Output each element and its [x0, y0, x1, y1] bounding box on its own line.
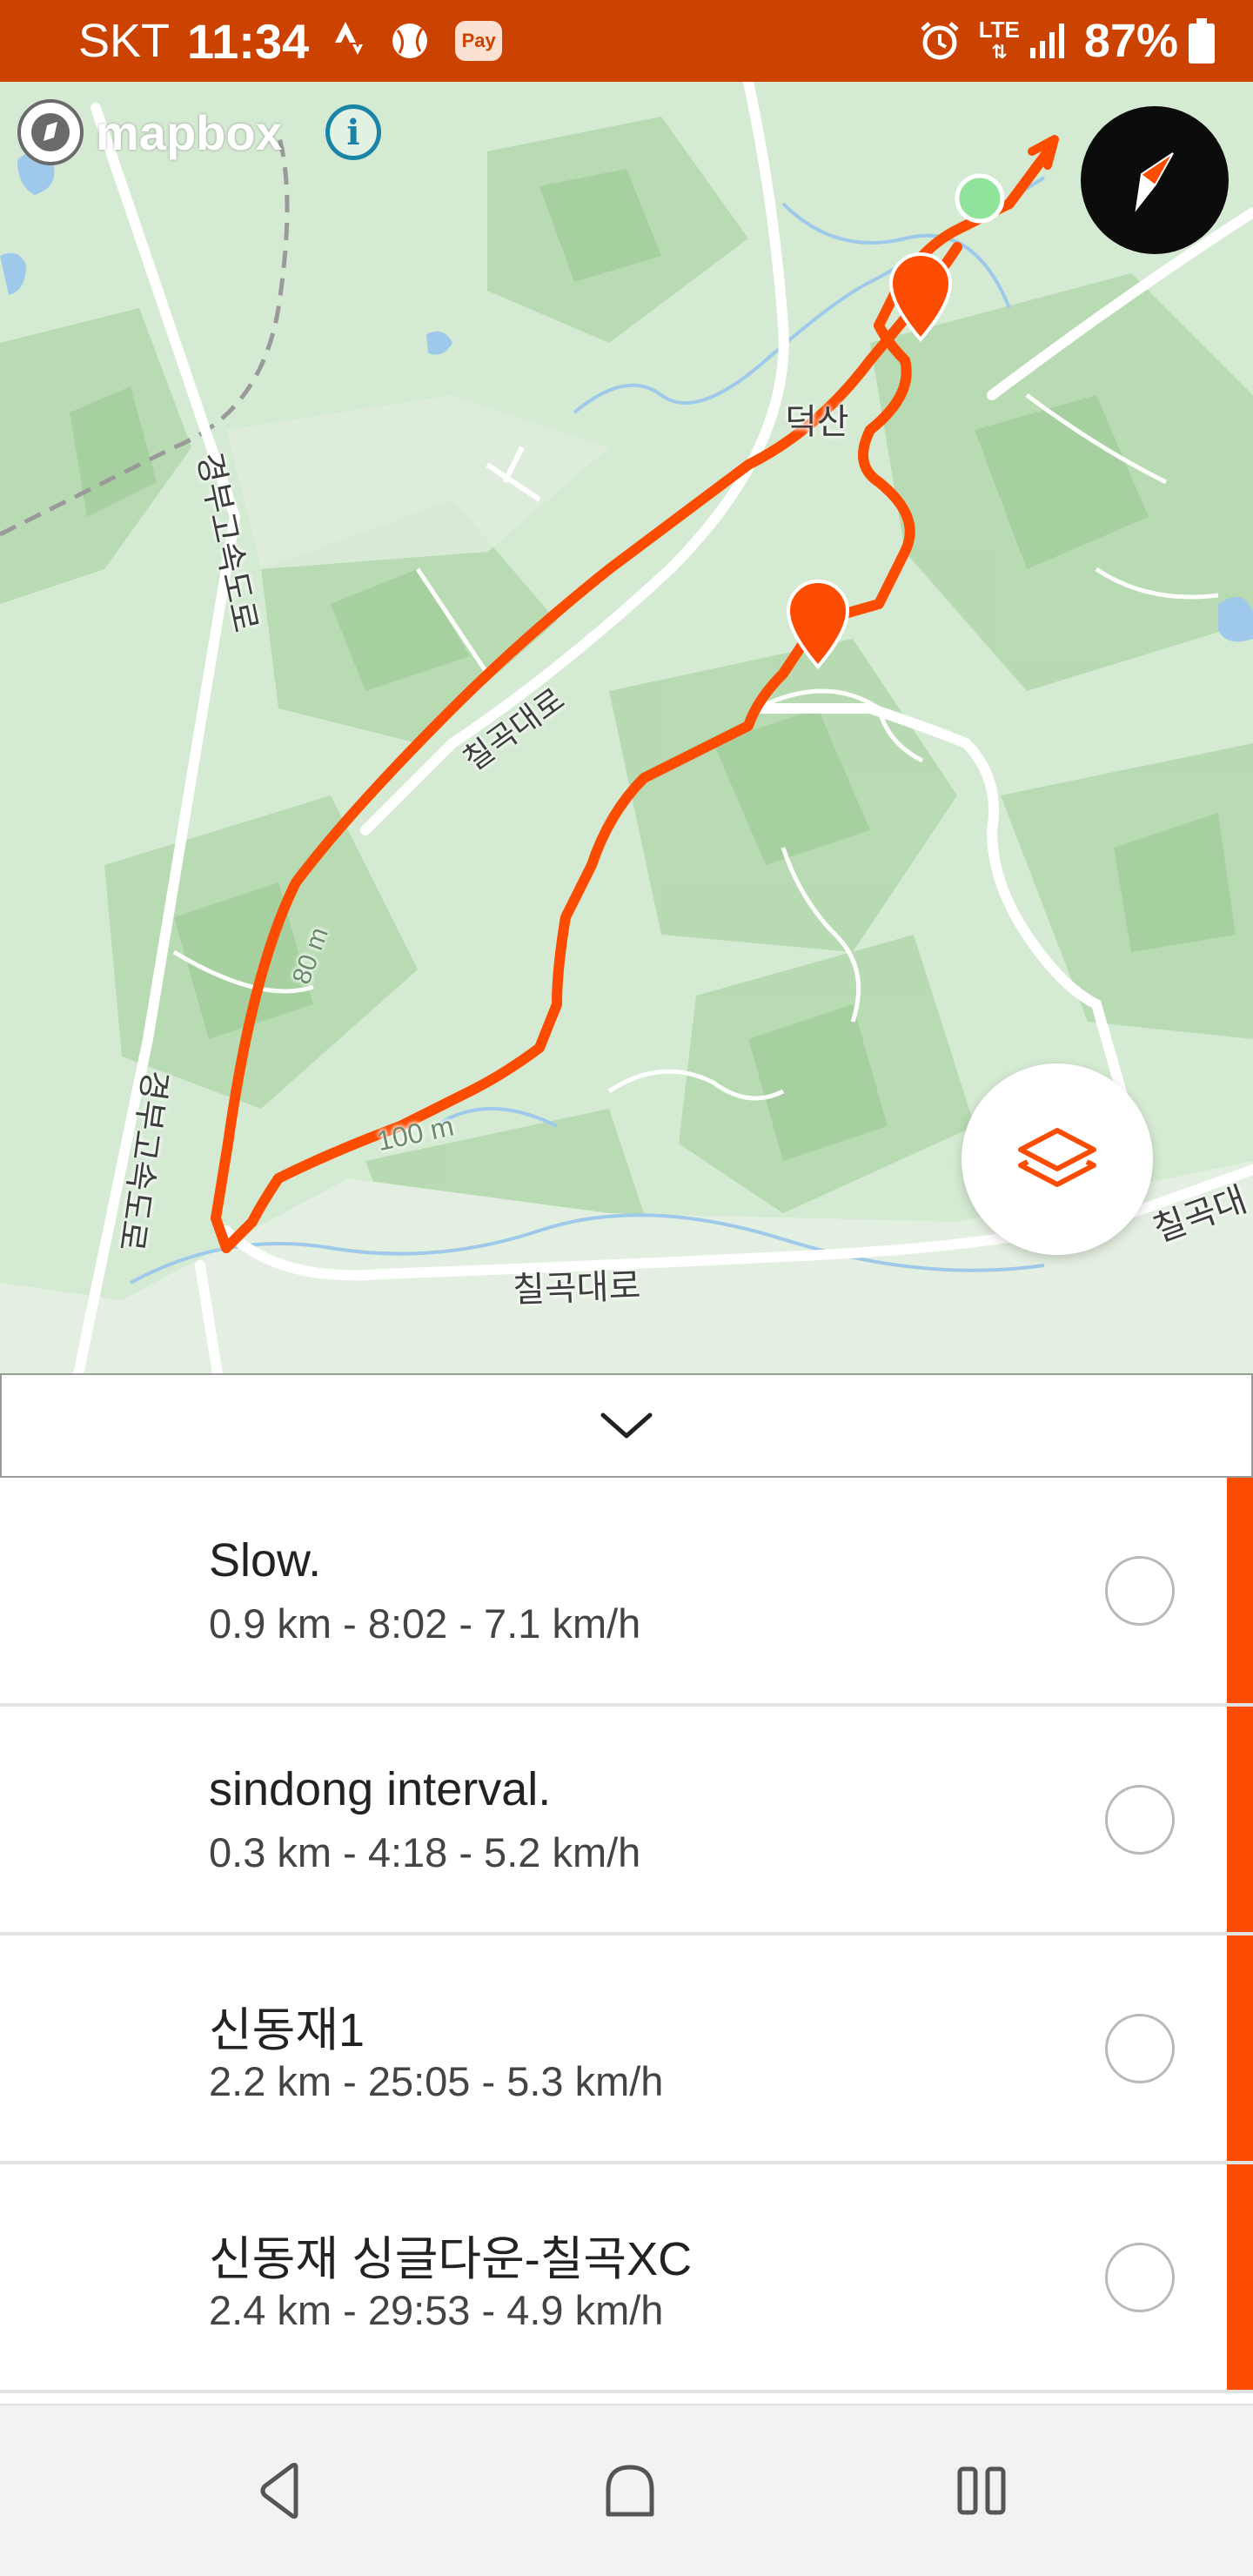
- carrier-label: SKT: [78, 15, 171, 67]
- back-button[interactable]: [245, 2456, 315, 2526]
- baseball-icon: [389, 20, 431, 62]
- segment-stats: 0.3 km - 4:18 - 5.2 km/h: [209, 1829, 641, 1875]
- segment-stats: 2.4 km - 29:53 - 4.9 km/h: [209, 2287, 664, 2333]
- recents-button[interactable]: [947, 2456, 1016, 2526]
- clock: 11:34: [187, 13, 310, 69]
- lte-icon: LTE ⇅: [978, 17, 1020, 63]
- back-icon: [260, 2462, 298, 2519]
- system-nav-bar: [0, 2404, 1253, 2576]
- map-view[interactable]: 경부고속도로 경부고속도로 칠곡대로 칠곡대로 칠곡대 덕산 100 m 80 …: [0, 82, 1253, 1374]
- segment-item[interactable]: 신동재1 2.2 km - 25:05 - 5.3 km/h: [0, 1935, 1253, 2164]
- strava-icon: [335, 22, 365, 60]
- compass-button[interactable]: [1081, 106, 1229, 254]
- collapse-panel-button[interactable]: [0, 1373, 1253, 1478]
- segment-color-bar: [1227, 2164, 1253, 2390]
- layers-icon: [1018, 1128, 1096, 1187]
- map-layers-button[interactable]: [962, 1063, 1153, 1255]
- segment-select-radio[interactable]: [1105, 1785, 1175, 1855]
- segment-color-bar: [1227, 1707, 1253, 1932]
- segment-color-bar: [1227, 1478, 1253, 1703]
- mapbox-logo: mapbox: [14, 96, 283, 169]
- recents-icon: [957, 2466, 1006, 2515]
- segment-name: sindong interval.: [209, 1763, 552, 1815]
- alarm-icon: [918, 19, 962, 63]
- segment-stats: 0.9 km - 8:02 - 7.1 km/h: [209, 1600, 641, 1647]
- status-bar: SKT 11:34 Pay LTE ⇅ 87%: [0, 0, 1253, 82]
- segment-name: Slow.: [209, 1534, 322, 1587]
- segment-item[interactable]: sindong interval. 0.3 km - 4:18 - 5.2 km…: [0, 1707, 1253, 1935]
- battery-percent: 87%: [1083, 15, 1178, 67]
- pay-icon: Pay: [455, 21, 503, 61]
- segment-list: Slow. 0.9 km - 8:02 - 7.1 km/h sindong i…: [0, 1478, 1253, 2393]
- segment-name: 신동재1: [209, 2004, 365, 2056]
- mapbox-wordmark: mapbox: [96, 104, 283, 160]
- attribution-info-button[interactable]: i: [325, 104, 381, 160]
- battery-icon: [1189, 18, 1215, 64]
- chevron-down-icon: [600, 1412, 653, 1439]
- segment-item[interactable]: 신동재 싱글다운-칠곡XC 2.4 km - 29:53 - 4.9 km/h: [0, 2164, 1253, 2393]
- map-label-deoksan: 덕산: [785, 403, 849, 441]
- segment-select-radio[interactable]: [1105, 2243, 1175, 2312]
- segment-select-radio[interactable]: [1105, 2014, 1175, 2083]
- lte-label: LTE: [978, 17, 1020, 43]
- segment-color-bar: [1227, 1935, 1253, 2161]
- segment-name: 신동재 싱글다운-칠곡XC: [209, 2233, 693, 2285]
- mapbox-icon: [17, 99, 84, 165]
- home-icon: [606, 2465, 654, 2517]
- map-label-chilgok-bottom: 칠곡대로: [512, 1266, 642, 1310]
- segment-item[interactable]: Slow. 0.9 km - 8:02 - 7.1 km/h: [0, 1478, 1253, 1707]
- segment-stats: 2.2 km - 25:05 - 5.3 km/h: [209, 2058, 664, 2104]
- segment-select-radio[interactable]: [1105, 1556, 1175, 1626]
- home-button[interactable]: [595, 2456, 665, 2526]
- compass-icon: [1135, 152, 1174, 212]
- signal-icon: [1029, 22, 1067, 60]
